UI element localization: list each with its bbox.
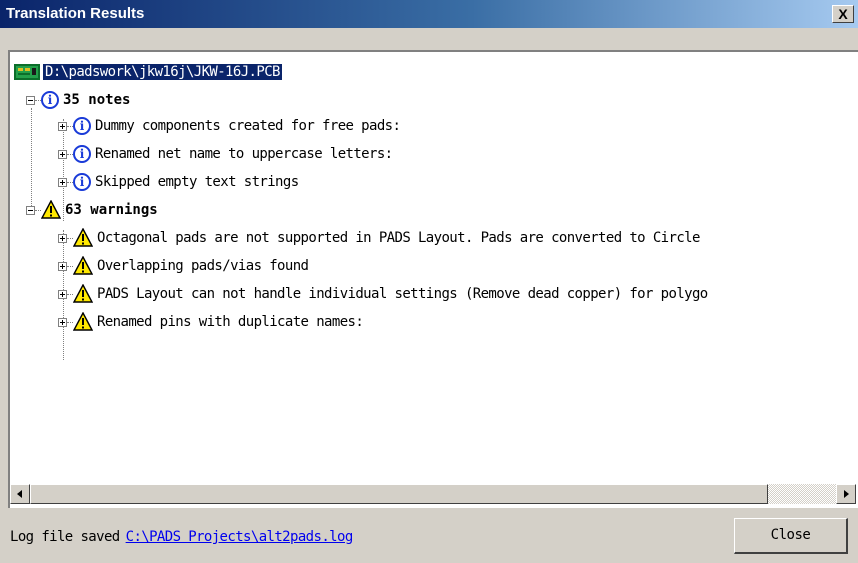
info-icon: i: [41, 91, 59, 109]
expand-toggle[interactable]: [58, 177, 67, 187]
group-label-warnings: 63 warnings: [65, 202, 158, 218]
tree-item-label: PADS Layout can not handle individual se…: [97, 286, 708, 302]
scroll-track[interactable]: [30, 484, 836, 504]
warning-icon: [73, 228, 93, 247]
expand-toggle[interactable]: [58, 121, 67, 131]
root-file-path: D:\padswork\jkw16j\JKW-16J.PCB: [42, 63, 283, 81]
expand-toggle[interactable]: [58, 317, 67, 327]
arrow-right-icon: [844, 490, 849, 498]
pcb-icon: [14, 64, 40, 80]
close-window-button[interactable]: X: [832, 5, 854, 23]
close-icon: X: [838, 6, 848, 22]
close-button[interactable]: Close: [734, 518, 848, 554]
tree-item[interactable]: i Renamed net name to uppercase letters:: [58, 142, 393, 166]
tree-item[interactable]: i Dummy components created for free pads…: [58, 114, 401, 138]
tree-item[interactable]: PADS Layout can not handle individual se…: [58, 282, 708, 306]
tree-item-label: Renamed net name to uppercase letters:: [95, 146, 393, 162]
tree-item-label: Overlapping pads/vias found: [97, 258, 309, 274]
collapse-toggle[interactable]: [26, 95, 35, 105]
horizontal-scrollbar[interactable]: [10, 484, 856, 504]
tree-item-label: Dummy components created for free pads:: [95, 118, 401, 134]
scroll-thumb[interactable]: [30, 484, 768, 504]
results-tree[interactable]: D:\padswork\jkw16j\JKW-16J.PCB i 35 note…: [8, 50, 858, 508]
tree-item[interactable]: Overlapping pads/vias found: [58, 254, 309, 278]
title-bar[interactable]: Translation Results X: [0, 0, 858, 28]
scroll-left-button[interactable]: [10, 484, 30, 504]
window-title: Translation Results: [6, 5, 145, 22]
tree-item[interactable]: i Skipped empty text strings: [58, 170, 299, 194]
tree-item-label: Octagonal pads are not supported in PADS…: [97, 230, 700, 246]
log-file-label: Log file saved: [10, 529, 120, 545]
warning-icon: [73, 256, 93, 275]
translation-results-dialog: Translation Results X D:\padswork\jkw16j…: [0, 0, 858, 563]
tree-item-label: Skipped empty text strings: [95, 174, 299, 190]
log-file-link[interactable]: C:\PADS Projects\alt2pads.log: [126, 529, 354, 545]
tree-item[interactable]: Octagonal pads are not supported in PADS…: [58, 226, 700, 250]
expand-toggle[interactable]: [58, 149, 67, 159]
tree-group-notes[interactable]: i 35 notes: [26, 88, 130, 112]
warning-icon: [41, 200, 61, 219]
expand-toggle[interactable]: [58, 261, 67, 271]
info-icon: i: [73, 117, 91, 135]
expand-toggle[interactable]: [58, 233, 67, 243]
log-file-status: Log file saved C:\PADS Projects\alt2pads.…: [10, 529, 353, 545]
info-icon: i: [73, 145, 91, 163]
group-label-notes: 35 notes: [63, 92, 131, 108]
collapse-toggle[interactable]: [26, 205, 35, 215]
tree-connector-line: [31, 108, 32, 208]
scroll-right-button[interactable]: [836, 484, 856, 504]
tree-item-label: Renamed pins with duplicate names:: [97, 314, 364, 330]
arrow-left-icon: [17, 490, 22, 498]
tree-root-node[interactable]: D:\padswork\jkw16j\JKW-16J.PCB: [14, 60, 283, 84]
info-icon: i: [73, 173, 91, 191]
warning-icon: [73, 284, 93, 303]
expand-toggle[interactable]: [58, 289, 67, 299]
warning-icon: [73, 312, 93, 331]
tree-group-warnings[interactable]: 63 warnings: [26, 198, 158, 222]
tree-item[interactable]: Renamed pins with duplicate names:: [58, 310, 364, 334]
